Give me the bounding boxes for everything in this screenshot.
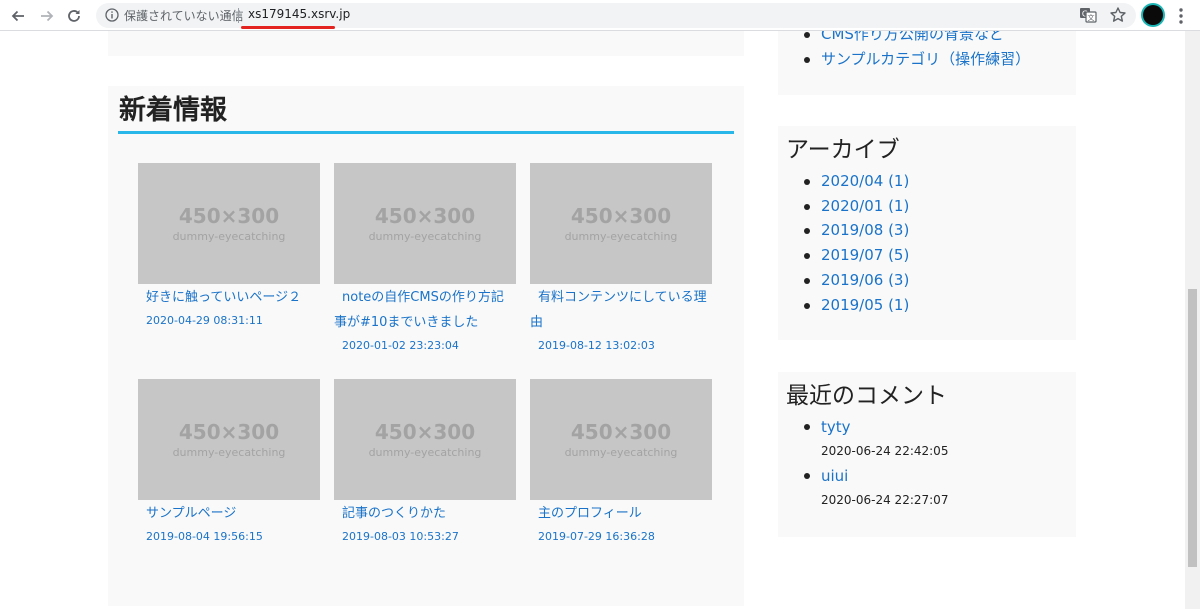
- back-arrow-icon[interactable]: [6, 4, 30, 28]
- thumbnail-label: dummy-eyecatching: [172, 229, 286, 243]
- thumbnail-dimensions: 450×300: [570, 419, 672, 444]
- post-card[interactable]: 450×300 dummy-eyecatching 好きに触っていいページ２ 2…: [138, 163, 320, 332]
- post-thumbnail[interactable]: 450×300 dummy-eyecatching: [530, 379, 712, 500]
- post-thumbnail[interactable]: 450×300 dummy-eyecatching: [138, 379, 320, 500]
- archive-link[interactable]: 2019/05 (1): [778, 293, 909, 318]
- vertical-scrollbar[interactable]: [1185, 31, 1200, 609]
- post-title-link[interactable]: 主のプロフィール: [530, 501, 712, 526]
- menu-dots-icon[interactable]: [1172, 6, 1190, 26]
- comment-author-link[interactable]: uiui: [803, 464, 948, 488]
- thumbnail-dimensions: 450×300: [374, 203, 476, 228]
- thumbnail-label: dummy-eyecatching: [368, 445, 482, 459]
- archive-link[interactable]: 2019/07 (5): [778, 243, 909, 268]
- comment-list: tyty 2020-06-24 22:42:05 uiui 2020-06-24…: [778, 415, 948, 513]
- post-title-link[interactable]: 好きに触っていいページ２: [138, 285, 320, 310]
- scrollbar-thumb[interactable]: [1188, 289, 1197, 567]
- star-icon[interactable]: [1109, 6, 1127, 24]
- comment-date: 2020-06-24 22:42:05: [821, 444, 949, 458]
- thumbnail-dimensions: 450×300: [374, 419, 476, 444]
- url-highlight-underline: [241, 26, 335, 29]
- archive-link[interactable]: 2020/04 (1): [778, 169, 909, 194]
- thumbnail-label: dummy-eyecatching: [564, 229, 678, 243]
- post-date: 2020-01-02 23:23:04: [342, 339, 459, 352]
- recent-comments-widget: 最近のコメント tyty 2020-06-24 22:42:05 uiui 20…: [778, 372, 1076, 537]
- post-date: 2019-08-04 19:56:15: [146, 530, 263, 543]
- archive-link[interactable]: 2020/01 (1): [778, 194, 909, 219]
- category-link[interactable]: CMS作り方公開の背景など: [778, 31, 1030, 47]
- page-content: 新着情報 450×300 dummy-eyecatching 好きに触っていいペ…: [0, 31, 1185, 609]
- thumbnail-dimensions: 450×300: [178, 203, 280, 228]
- comment-date: 2020-06-24 22:27:07: [821, 493, 949, 507]
- reload-icon[interactable]: [62, 4, 86, 28]
- category-link[interactable]: サンプルカテゴリ（操作練習）: [778, 47, 1030, 72]
- forward-arrow-icon[interactable]: [35, 4, 59, 28]
- post-thumbnail[interactable]: 450×300 dummy-eyecatching: [530, 163, 712, 284]
- archive-link[interactable]: 2019/08 (3): [778, 218, 909, 243]
- news-heading: 新着情報: [119, 95, 227, 126]
- archive-heading: アーカイブ: [786, 137, 900, 163]
- post-title-link[interactable]: サンプルページ: [138, 501, 320, 526]
- post-card[interactable]: 450×300 dummy-eyecatching 記事のつくりかた 2019-…: [334, 379, 516, 548]
- post-thumbnail[interactable]: 450×300 dummy-eyecatching: [334, 163, 516, 284]
- post-date: 2019-08-12 13:02:03: [538, 339, 655, 352]
- thumbnail-label: dummy-eyecatching: [172, 445, 286, 459]
- heading-underline: [118, 131, 734, 134]
- url-text[interactable]: xs179145.xsrv.jp: [248, 7, 350, 21]
- post-date: 2019-07-29 16:36:28: [538, 530, 655, 543]
- post-thumbnail[interactable]: 450×300 dummy-eyecatching: [138, 163, 320, 284]
- post-card[interactable]: 450×300 dummy-eyecatching 主のプロフィール 2019-…: [530, 379, 712, 548]
- comment-item: uiui 2020-06-24 22:27:07: [778, 464, 948, 513]
- profile-avatar[interactable]: [1143, 5, 1163, 25]
- thumbnail-label: dummy-eyecatching: [368, 229, 482, 243]
- archive-list: 2020/04 (1) 2020/01 (1) 2019/08 (3) 2019…: [778, 169, 909, 317]
- post-card[interactable]: 450×300 dummy-eyecatching サンプルページ 2019-0…: [138, 379, 320, 548]
- post-date: 2019-08-03 10:53:27: [342, 530, 459, 543]
- category-list: CMS作り方公開の背景など サンプルカテゴリ（操作練習）: [778, 31, 1030, 71]
- post-card[interactable]: 450×300 dummy-eyecatching 有料コンテンツにしている理由…: [530, 163, 712, 357]
- translate-icon[interactable]: G文: [1079, 6, 1097, 24]
- post-thumbnail[interactable]: 450×300 dummy-eyecatching: [334, 379, 516, 500]
- thumbnail-label: dummy-eyecatching: [564, 445, 678, 459]
- post-card[interactable]: 450×300 dummy-eyecatching noteの自作CMSの作り方…: [334, 163, 516, 357]
- archive-widget: アーカイブ 2020/04 (1) 2020/01 (1) 2019/08 (3…: [778, 126, 1076, 340]
- info-icon[interactable]: [104, 7, 120, 23]
- thumbnail-dimensions: 450×300: [570, 203, 672, 228]
- post-date: 2020-04-29 08:31:11: [146, 314, 263, 327]
- omnibox-separator: [238, 8, 239, 23]
- comment-author-link[interactable]: tyty: [803, 415, 948, 439]
- post-title-link[interactable]: 有料コンテンツにしている理由: [530, 285, 712, 335]
- post-title-link[interactable]: 記事のつくりかた: [334, 501, 516, 526]
- svg-text:文: 文: [1088, 13, 1095, 22]
- post-title-link[interactable]: noteの自作CMSの作り方記事が#10までいきました: [334, 285, 516, 335]
- address-bar[interactable]: 保護されていない通信 xs179145.xsrv.jp G文: [96, 3, 1136, 28]
- archive-link[interactable]: 2019/06 (3): [778, 268, 909, 293]
- category-widget: CMS作り方公開の背景など サンプルカテゴリ（操作練習）: [778, 31, 1076, 95]
- browser-toolbar: 保護されていない通信 xs179145.xsrv.jp G文: [0, 0, 1200, 31]
- recent-comments-heading: 最近のコメント: [786, 383, 947, 409]
- content-panel-top: [108, 31, 744, 56]
- comment-item: tyty 2020-06-24 22:42:05: [778, 415, 948, 464]
- news-section: 新着情報 450×300 dummy-eyecatching 好きに触っていいペ…: [108, 86, 744, 606]
- security-status-text: 保護されていない通信: [124, 9, 244, 23]
- thumbnail-dimensions: 450×300: [178, 419, 280, 444]
